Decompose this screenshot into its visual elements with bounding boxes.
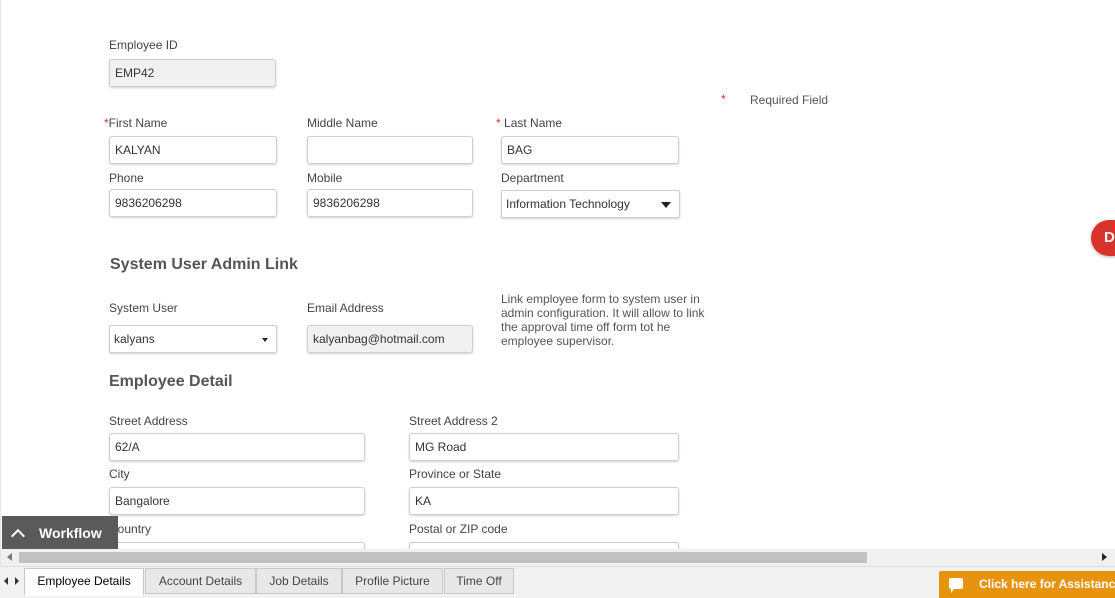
assistance-button[interactable]: Click here for Assistance: [939, 571, 1115, 598]
employee-id-input[interactable]: [109, 59, 276, 87]
middle-name-input[interactable]: [307, 136, 473, 164]
chevron-up-icon: [10, 528, 26, 543]
scroll-left-arrow-icon[interactable]: [7, 553, 12, 561]
tab-scroll-right-icon[interactable]: [15, 577, 19, 585]
employee-form: Employee ID * Required Field *First Name…: [0, 0, 1115, 566]
required-marker: *: [721, 92, 726, 106]
tab-time-off[interactable]: Time Off: [444, 568, 514, 594]
street-address-label: Street Address: [109, 414, 188, 428]
first-name-label-text: First Name: [108, 116, 168, 130]
chevron-down-icon: [661, 202, 671, 208]
required-field-note: Required Field: [750, 93, 829, 107]
mobile-label: Mobile: [307, 171, 343, 185]
tab-profile-picture[interactable]: Profile Picture: [342, 568, 443, 594]
system-user-value: kalyans: [114, 332, 155, 346]
email-input[interactable]: [307, 325, 473, 353]
email-label: Email Address: [307, 301, 384, 315]
province-label: Province or State: [409, 467, 502, 481]
system-user-select[interactable]: kalyans: [109, 325, 277, 353]
mobile-input[interactable]: [307, 189, 473, 217]
middle-name-label: Middle Name: [307, 116, 378, 130]
department-value: Information Technology: [506, 197, 630, 211]
admin-link-note: Link employee form to system user in adm…: [501, 292, 705, 348]
side-action-button[interactable]: D: [1091, 220, 1115, 256]
scroll-right-arrow-icon[interactable]: [1102, 553, 1107, 561]
required-asterisk: *: [496, 116, 501, 130]
department-label: Department: [501, 171, 564, 185]
last-name-label: * Last Name: [496, 116, 562, 130]
last-name-input[interactable]: [501, 136, 679, 164]
postal-code-label: Postal or ZIP code: [409, 522, 508, 536]
chat-icon: [949, 578, 963, 593]
workflow-label: Workflow: [39, 525, 102, 541]
chevron-down-icon: [262, 338, 268, 342]
city-input[interactable]: [109, 487, 365, 515]
first-name-input[interactable]: [109, 136, 277, 164]
workflow-toggle[interactable]: Workflow: [2, 516, 118, 550]
department-select[interactable]: Information Technology: [501, 190, 680, 218]
street-address-2-label: Street Address 2: [409, 414, 498, 428]
admin-link-heading: System User Admin Link: [110, 256, 298, 273]
street-address-input[interactable]: [109, 433, 365, 461]
phone-input[interactable]: [109, 189, 277, 217]
tab-scroll-left-icon[interactable]: [4, 577, 8, 585]
city-label: City: [109, 467, 130, 481]
province-input[interactable]: [409, 487, 679, 515]
employee-detail-heading: Employee Detail: [109, 373, 233, 390]
assistance-label: Click here for Assistance: [979, 577, 1115, 591]
phone-label: Phone: [109, 171, 144, 185]
tab-employee-details[interactable]: Employee Details: [24, 568, 144, 596]
employee-id-label: Employee ID: [109, 38, 178, 52]
tab-account-details[interactable]: Account Details: [145, 568, 256, 594]
horizontal-scrollbar[interactable]: [1, 549, 1115, 566]
system-user-label: System User: [109, 301, 178, 315]
tab-job-details[interactable]: Job Details: [256, 568, 342, 594]
first-name-label: *First Name: [104, 116, 167, 130]
last-name-label-text: Last Name: [504, 116, 563, 130]
street-address-2-input[interactable]: [409, 433, 679, 461]
scrollbar-thumb[interactable]: [19, 552, 867, 563]
